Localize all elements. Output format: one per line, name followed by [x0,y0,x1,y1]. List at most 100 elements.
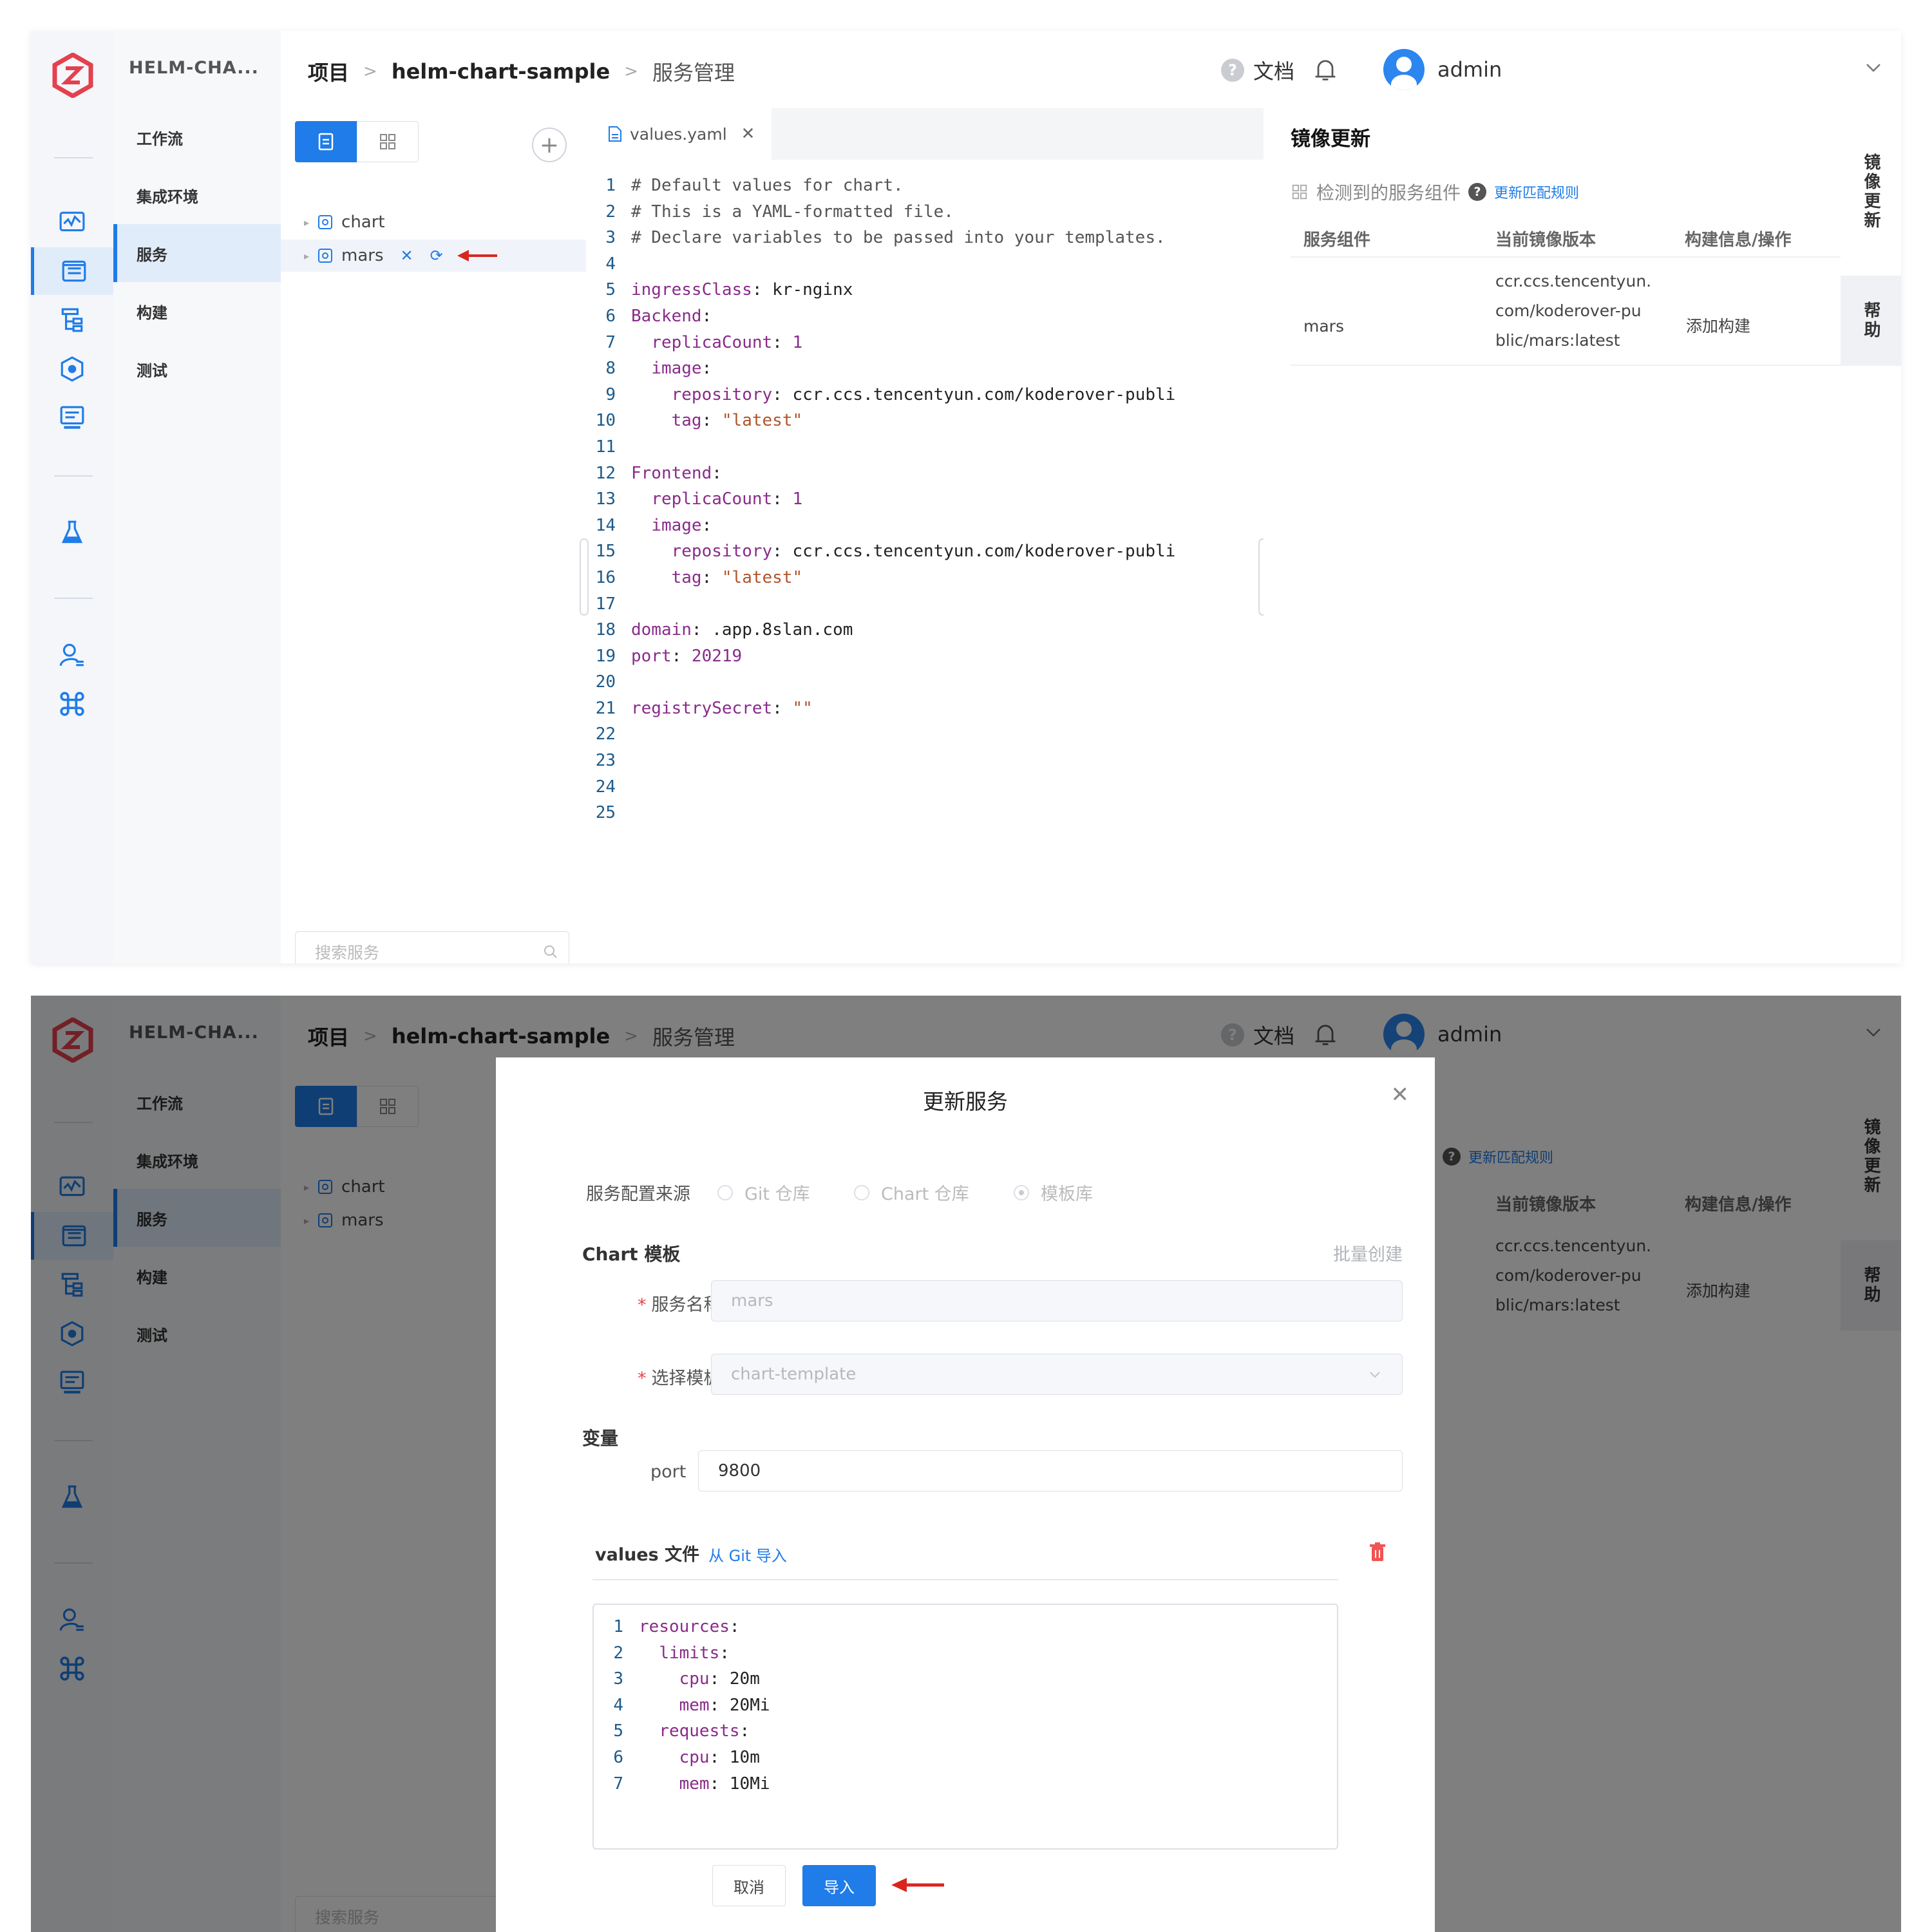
service-name-label: * 服务名称 [638,1291,721,1316]
breadcrumb-separator: > [624,62,638,81]
git-import-link[interactable]: 从 Git 导入 [708,1543,787,1566]
docs-link[interactable]: ? 文档 [1221,55,1294,85]
batch-create-link[interactable]: 批量创建 [1333,1240,1403,1265]
code-text: cpu: 10m [679,1747,760,1767]
rail-report-icon[interactable] [31,394,113,442]
code-text: ingressClass: kr-nginx [631,280,853,300]
close-icon[interactable]: ✕ [1391,1082,1410,1108]
breadcrumb-project[interactable]: helm-chart-sample [392,59,610,84]
tree-node-label: chart [341,213,385,232]
grid-icon [380,134,395,149]
code-line: 2 # This is a YAML-formatted file. [586,199,1175,225]
nav-item-environment[interactable]: 集成环境 [113,166,281,224]
import-button[interactable]: 导入 [802,1865,876,1906]
help-icon[interactable]: ? [1468,183,1487,201]
line-number: 6 [613,1747,623,1767]
code-text: domain: .app.8slan.com [631,620,853,640]
radio-circle [854,1184,869,1200]
side-tab-help[interactable]: 帮助 [1841,276,1901,366]
code-line: 7 replicaCount: 1 [586,330,1175,356]
nav-item-service[interactable]: 服务 [113,224,281,282]
rail-dashboard-icon[interactable] [31,198,113,246]
rail-user-settings-icon[interactable] [31,631,113,679]
rail-flask-icon[interactable] [31,509,113,556]
grid-view-button[interactable] [357,121,419,162]
image-panel-title: 镜像更新 [1291,128,1370,151]
service-cube-icon [318,249,333,263]
side-tab-label: 镜像更新 [1861,153,1880,231]
line-number: 16 [595,567,616,587]
image-line: ccr.ccs.tencentyun. [1495,272,1652,290]
values-code-line: 6 cpu: 10m [594,1745,770,1771]
search-service-input[interactable]: 搜索服务 [295,931,569,963]
values-code-line: 2 limits: [594,1640,770,1667]
tab-values-yaml[interactable]: values.yaml ✕ [586,108,772,160]
radio-chart-repo[interactable]: Chart 仓库 [854,1180,969,1205]
help-icon: ? [1221,59,1244,82]
rail-command-icon[interactable] [31,680,113,728]
line-number: 6 [605,306,616,326]
required-marker: * [638,1368,647,1388]
code-text: repository: ccr.ccs.tencentyun.com/koder… [671,384,1176,404]
side-tab-image-update[interactable]: 镜像更新 [1841,108,1901,276]
row-service: mars [1303,317,1344,336]
code-line: 11 [586,434,1175,460]
line-number: 2 [605,202,616,222]
line-number: 11 [595,437,616,457]
breadcrumb-separator: > [363,62,377,81]
delete-trash-icon[interactable] [1368,1542,1387,1562]
code-text: requests: [659,1721,750,1741]
list-view-button[interactable] [295,121,357,162]
port-input[interactable]: 9800 [698,1450,1403,1492]
code-line: 12 Frontend: [586,460,1175,487]
tree-node-mars[interactable]: ▸ mars ✕ ⟳ [281,240,586,272]
add-build-link[interactable]: 添加构建 [1686,312,1750,341]
add-service-button[interactable]: + [532,128,567,162]
user-menu[interactable]: admin [1383,49,1502,90]
delete-icon[interactable]: ✕ [401,247,413,265]
nav-item-test[interactable]: 测试 [113,340,281,398]
scrollbar[interactable] [580,538,589,616]
template-select[interactable]: chart-template [711,1354,1403,1395]
values-editor[interactable]: 1 resources: 2 limits: 3 cpu: 20m 4 mem: 20M… [592,1604,1338,1850]
update-rules-link[interactable]: 更新匹配规则 [1494,182,1579,202]
expand-icon[interactable]: ▸ [304,250,309,262]
tree-node-chart[interactable]: ▸ chart [281,206,586,238]
breadcrumb: 项目 > helm-chart-sample > 服务管理 [308,57,735,86]
nav-item-build[interactable]: 构建 [113,282,281,340]
cancel-button[interactable]: 取消 [712,1865,786,1906]
values-code-content: 1 resources: 2 limits: 3 cpu: 20m 4 mem: 20M… [594,1614,770,1797]
code-line: 23 [586,748,1175,774]
code-text: mem: 20Mi [679,1695,770,1715]
nav-item-workflow[interactable]: 工作流 [113,108,281,166]
values-code-line: 4 mem: 20Mi [594,1692,770,1719]
refresh-icon[interactable]: ⟳ [430,247,443,265]
line-number: 4 [605,254,616,274]
chevron-down-icon[interactable] [1864,58,1883,77]
radio-template-library[interactable]: 模板库 [1014,1180,1093,1205]
variables-section: 变量 [582,1428,619,1449]
expand-icon[interactable]: ▸ [304,216,309,229]
close-tab-icon[interactable]: ✕ [741,124,755,144]
dialog-title: 更新服务 [923,1089,1008,1114]
line-number: 5 [613,1721,623,1741]
line-number: 19 [595,646,616,666]
red-arrow-annotation [457,250,497,261]
line-number: 21 [595,698,616,718]
source-label: 服务配置来源 [586,1184,690,1204]
tree-node-label: mars [341,246,384,265]
breadcrumb-root[interactable]: 项目 [308,57,349,86]
bell-icon[interactable] [1311,55,1340,84]
top-header: 项目 > helm-chart-sample > 服务管理 ? 文档 admin [281,31,1901,109]
service-name-input[interactable]: mars [711,1280,1403,1321]
rail-cube-icon[interactable] [31,345,113,393]
yaml-editor[interactable]: values.yaml ✕ 1 # Default values for char… [580,108,1267,963]
column-header: 服务组件 [1303,231,1371,250]
rail-project-icon[interactable] [31,247,113,295]
rail-tree-icon[interactable] [31,296,113,344]
code-text: Backend: [631,306,712,326]
code-text: tag: "latest" [671,411,803,431]
service-name-value: mars [731,1291,773,1311]
radio-git-repo[interactable]: Git 仓库 [717,1180,810,1205]
code-text: mem: 10Mi [679,1774,770,1794]
